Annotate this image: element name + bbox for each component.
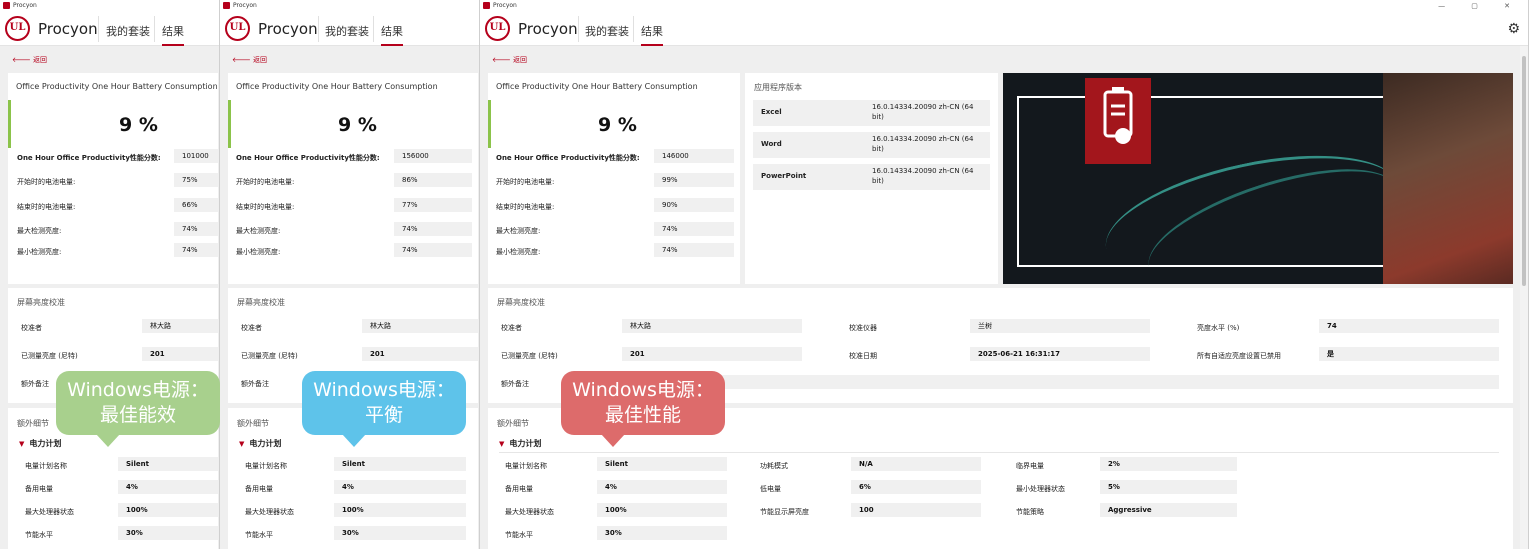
ul-logo-icon: UL: [485, 16, 510, 41]
app-versions-card: 应用程序版本 Excel 16.0.14334.20090 zh-CN (64 …: [745, 73, 998, 284]
chevron-down-icon: ▼: [499, 440, 505, 448]
ul-logo-icon: UL: [225, 16, 250, 41]
test-title: Office Productivity One Hour Battery Con…: [496, 82, 698, 91]
app-icon: [223, 2, 230, 9]
nav-results[interactable]: 结果: [162, 23, 184, 46]
result-card: Office Productivity One Hour Battery Con…: [488, 73, 740, 284]
app-header: UL Procyon 我的套装 结果: [220, 12, 479, 46]
nav-my-suites[interactable]: 我的套装: [106, 23, 150, 39]
back-arrow-icon: 🡐: [492, 56, 511, 64]
power-mode-callout-1: Windows电源： 最佳能效: [56, 371, 220, 447]
person-photo: [1383, 73, 1513, 284]
chevron-down-icon: ▼: [19, 440, 25, 448]
app-header: UL Procyon 我的套装 结果 ⚙: [480, 12, 1528, 46]
titlebar: Procyon — ▢ ✕: [480, 0, 1528, 12]
power-plan-toggle[interactable]: ▼ 电力计划: [239, 438, 281, 449]
power-plan-toggle[interactable]: ▼ 电力计划: [499, 438, 541, 449]
power-plan-toggle[interactable]: ▼ 电力计划: [19, 438, 61, 449]
titlebar: Procyon: [220, 0, 479, 12]
procyon-window-1: Procyon UL Procyon 我的套装 结果 🡐 返回 Office P…: [0, 0, 220, 549]
gear-icon[interactable]: ⚙: [1507, 21, 1520, 37]
power-mode-callout-2: Windows电源： 平衡: [302, 371, 466, 447]
battery-consumption-value: 9 %: [119, 114, 158, 136]
back-link[interactable]: 🡐 返回: [492, 55, 527, 65]
procyon-window-2: Procyon UL Procyon 我的套装 结果 🡐 返回 Office P…: [220, 0, 480, 549]
battery-consumption-value: 9 %: [598, 114, 637, 136]
power-mode-callout-3: Windows电源： 最佳性能: [561, 371, 725, 447]
nav-results[interactable]: 结果: [381, 23, 403, 46]
nav-my-suites[interactable]: 我的套装: [325, 23, 369, 39]
chevron-down-icon: ▼: [239, 440, 245, 448]
test-title: Office Productivity One Hour Battery Con…: [236, 82, 438, 91]
result-card: Office Productivity One Hour Battery Con…: [8, 73, 218, 284]
test-title: Office Productivity One Hour Battery Con…: [16, 82, 218, 91]
window-controls[interactable]: — ▢ ✕: [1438, 0, 1522, 12]
brand-name: Procyon: [38, 20, 98, 38]
battery-consumption-value: 9 %: [338, 114, 377, 136]
brand-name: Procyon: [258, 20, 318, 38]
titlebar: Procyon: [0, 0, 219, 12]
hero-image: [1003, 73, 1513, 284]
back-link[interactable]: 🡐 返回: [232, 55, 267, 65]
app-icon: [3, 2, 10, 9]
ul-logo-icon: UL: [5, 16, 30, 41]
scrollbar-thumb[interactable]: [1522, 56, 1526, 286]
nav-results[interactable]: 结果: [641, 23, 663, 46]
brand-name: Procyon: [518, 20, 578, 38]
app-header: UL Procyon 我的套装 结果: [0, 12, 219, 46]
back-link[interactable]: 🡐 返回: [12, 55, 47, 65]
back-arrow-icon: 🡐: [12, 56, 31, 64]
nav-my-suites[interactable]: 我的套装: [585, 23, 629, 39]
battery-clipboard-icon: [1085, 78, 1151, 164]
procyon-window-3: Procyon — ▢ ✕ UL Procyon 我的套装 结果 ⚙ 🡐 返回 O…: [480, 0, 1529, 549]
scrollbar[interactable]: [1520, 46, 1528, 549]
notes-value: [622, 375, 1499, 389]
back-arrow-icon: 🡐: [232, 56, 251, 64]
app-icon: [483, 2, 490, 9]
result-card: Office Productivity One Hour Battery Con…: [228, 73, 478, 284]
